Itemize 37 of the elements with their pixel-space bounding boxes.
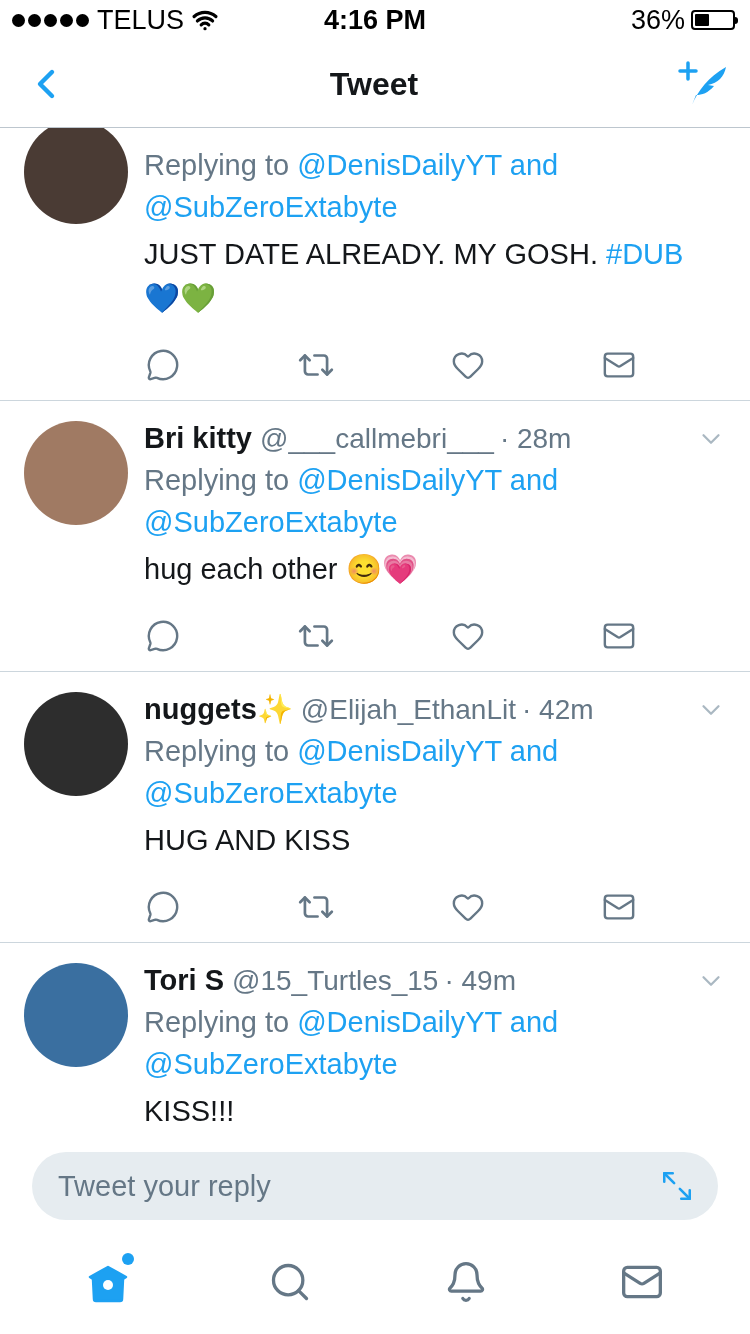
mention-link[interactable]: @SubZeroExtabyte [144, 777, 398, 809]
mention-link[interactable]: @DenisDailyYT and [297, 149, 559, 181]
mention-link[interactable]: @SubZeroExtabyte [144, 191, 398, 223]
reply-icon[interactable] [146, 890, 180, 924]
reply-context: Replying to @DenisDailyYT and @SubZeroExtabyte [144, 463, 560, 540]
reply-context: Replying to @DenisDailyYT and @SubZeroExtabyte [144, 148, 560, 225]
reply-context: Replying to @DenisDailyYT and @SubZeroExtabyte [144, 734, 560, 811]
tweet-time: · 49m [444, 964, 516, 998]
carrier-name: TELUS [97, 3, 185, 37]
user-handle[interactable]: @15_Turtles_15 [232, 960, 439, 1002]
tweet-text: KISS!!! [144, 1094, 236, 1129]
tweet-time: · 42m [522, 693, 594, 727]
tweet-time: · 28m [499, 422, 572, 456]
tweet-text: hug each other 😊💗 [144, 552, 419, 587]
hashtag-link[interactable]: #DUB [606, 238, 684, 270]
mention-link[interactable]: @SubZeroExtabyte [144, 1048, 398, 1080]
page-title: Tweet [328, 64, 420, 104]
signal-dots-icon [12, 13, 89, 27]
user-handle[interactable]: @Elijah_EthanLit [300, 689, 516, 731]
reply-context: Replying to @DenisDailyYT and @SubZeroExtabyte [144, 1005, 560, 1082]
expand-icon[interactable] [660, 1169, 694, 1203]
reply-icon[interactable] [146, 619, 180, 653]
mention-link[interactable]: @DenisDailyYT and [297, 735, 559, 767]
user-name: Bri kitty [144, 421, 252, 457]
mention-link[interactable]: @DenisDailyYT and [297, 1006, 559, 1038]
mention-link[interactable]: @DenisDailyYT and [297, 464, 559, 496]
tweet-text: JUST DATE ALREADY. MY GOSH. #DUB 💙💚 [144, 237, 685, 316]
battery-percent: 36% [630, 3, 685, 37]
reply-icon[interactable] [146, 348, 180, 382]
reply-field[interactable]: Tweet your reply [32, 1152, 718, 1220]
user-handle[interactable]: @___callmebri___ [260, 418, 494, 460]
user-name: nuggets✨ [144, 692, 293, 728]
status-time: 4:16 PM [324, 3, 427, 37]
battery-icon [691, 10, 738, 30]
tweet-text: HUG AND KISS [144, 823, 352, 858]
user-name: Tori S [144, 963, 225, 999]
mention-link[interactable]: @SubZeroExtabyte [144, 506, 398, 538]
